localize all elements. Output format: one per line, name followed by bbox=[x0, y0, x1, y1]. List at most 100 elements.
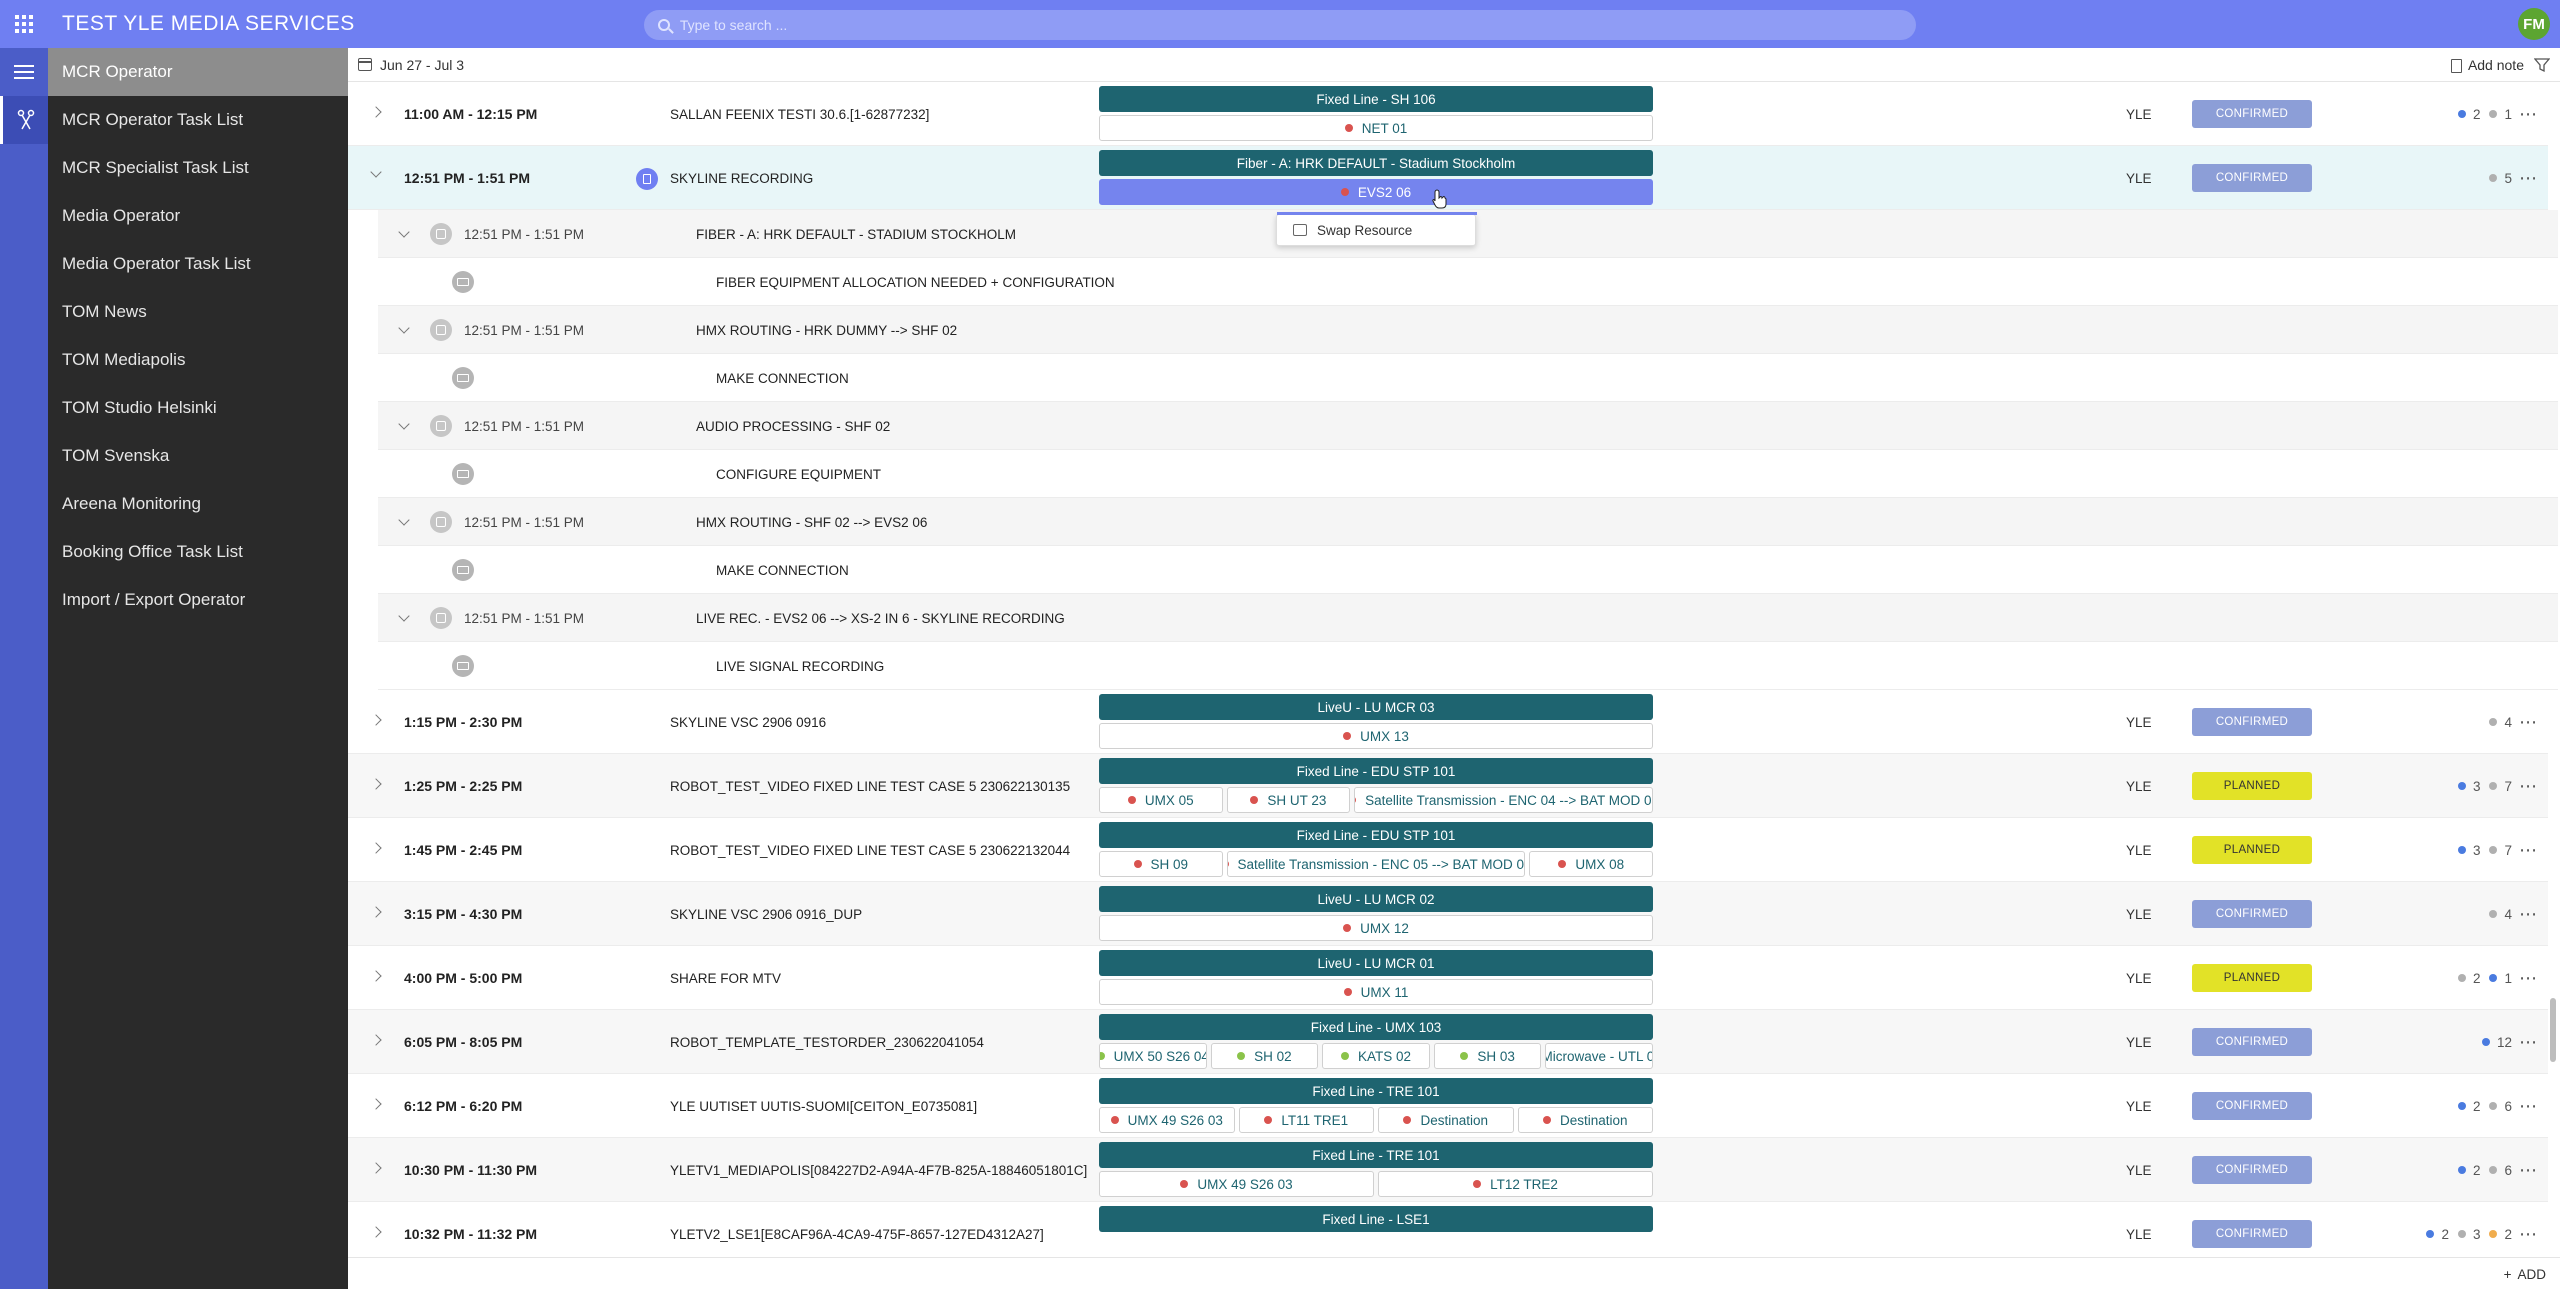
filter-icon[interactable] bbox=[2534, 57, 2550, 73]
sidebar-item[interactable]: MCR Operator bbox=[48, 48, 348, 96]
resource-chip[interactable]: NET 01 bbox=[1099, 115, 1653, 141]
resource-chip[interactable]: LT12 TRE2 bbox=[1378, 1171, 1653, 1197]
status-badge[interactable]: CONFIRMED bbox=[2192, 900, 2312, 928]
resource-chip[interactable]: Destination bbox=[1517, 1107, 1653, 1133]
chevron-right-icon[interactable] bbox=[370, 1162, 382, 1174]
resource-header[interactable]: LiveU - LU MCR 02 bbox=[1099, 886, 1653, 912]
table-row[interactable]: 10:30 PM - 11:30 PM YLETV1_MEDIAPOLIS[084… bbox=[348, 1138, 2548, 1202]
resource-chip[interactable]: UMX 13 bbox=[1099, 723, 1653, 749]
chevron-down-icon[interactable] bbox=[370, 166, 382, 178]
chevron-right-icon[interactable] bbox=[370, 906, 382, 918]
table-row[interactable]: 1:45 PM - 2:45 PM ROBOT_TEST_VIDEO FIXED … bbox=[348, 818, 2548, 882]
requirement-row[interactable]: LIVE SIGNAL RECORDING bbox=[378, 642, 2558, 690]
resource-chip[interactable]: UMX 05 bbox=[1099, 787, 1223, 813]
resource-chip[interactable]: UMX 12 bbox=[1099, 915, 1653, 941]
calendar-icon[interactable] bbox=[358, 58, 372, 71]
table-row[interactable]: 3:15 PM - 4:30 PM SKYLINE VSC 2906 0916_D… bbox=[348, 882, 2548, 946]
sidebar-item[interactable]: Import / Export Operator bbox=[48, 576, 348, 624]
resource-header[interactable]: Fixed Line - UMX 103 bbox=[1099, 1014, 1653, 1040]
sidebar-item[interactable]: TOM News bbox=[48, 288, 348, 336]
chevron-down-icon[interactable] bbox=[398, 322, 410, 334]
sidebar-item[interactable]: MCR Operator Task List bbox=[48, 96, 348, 144]
subtask-row[interactable]: 12:51 PM - 1:51 PM AUDIO PROCESSING - SHF… bbox=[378, 402, 2558, 450]
avatar[interactable]: FM bbox=[2518, 8, 2550, 40]
operator-views-icon[interactable] bbox=[0, 96, 48, 144]
resource-header[interactable]: LiveU - LU MCR 03 bbox=[1099, 694, 1653, 720]
status-badge[interactable]: PLANNED bbox=[2192, 964, 2312, 992]
app-launcher-icon[interactable] bbox=[0, 0, 48, 48]
status-badge[interactable]: CONFIRMED bbox=[2192, 100, 2312, 128]
table-row[interactable]: 4:00 PM - 5:00 PM SHARE FOR MTV LiveU - LU… bbox=[348, 946, 2548, 1010]
add-note-button[interactable]: Add note bbox=[2450, 57, 2524, 74]
more-options-icon[interactable]: ⋯ bbox=[2519, 1010, 2538, 1074]
add-button[interactable]: + ADD bbox=[2504, 1258, 2546, 1290]
table-row[interactable]: 1:25 PM - 2:25 PM ROBOT_TEST_VIDEO FIXED … bbox=[348, 754, 2548, 818]
resource-chip[interactable]: Microwave - UTL 01-1 bbox=[1545, 1043, 1653, 1069]
status-badge[interactable]: CONFIRMED bbox=[2192, 164, 2312, 192]
resource-header[interactable]: Fixed Line - TRE 101 bbox=[1099, 1078, 1653, 1104]
more-options-icon[interactable]: ⋯ bbox=[2519, 754, 2538, 818]
resource-chip[interactable]: SH 09 bbox=[1099, 851, 1223, 877]
chevron-right-icon[interactable] bbox=[370, 714, 382, 726]
resource-chip[interactable]: UMX 08 bbox=[1529, 851, 1653, 877]
date-range[interactable]: Jun 27 - Jul 3 bbox=[380, 57, 464, 73]
sidebar-item[interactable]: MCR Specialist Task List bbox=[48, 144, 348, 192]
hamburger-menu-icon[interactable] bbox=[0, 48, 48, 96]
subtask-row[interactable]: 12:51 PM - 1:51 PM LIVE REC. - EVS2 06 --… bbox=[378, 594, 2558, 642]
resource-header[interactable]: Fiber - A: HRK DEFAULT - Stadium Stockho… bbox=[1099, 150, 1653, 176]
resource-header[interactable]: Fixed Line - EDU STP 101 bbox=[1099, 822, 1653, 848]
search-input[interactable] bbox=[679, 17, 1916, 33]
chevron-down-icon[interactable] bbox=[398, 418, 410, 430]
more-options-icon[interactable]: ⋯ bbox=[2519, 946, 2538, 1010]
chevron-right-icon[interactable] bbox=[370, 106, 382, 118]
resource-chip[interactable]: Destination bbox=[1378, 1107, 1514, 1133]
chevron-down-icon[interactable] bbox=[398, 226, 410, 238]
sidebar-item[interactable]: Media Operator Task List bbox=[48, 240, 348, 288]
requirement-row[interactable]: MAKE CONNECTION bbox=[378, 546, 2558, 594]
subtask-row[interactable]: 12:51 PM - 1:51 PM HMX ROUTING - HRK DUMM… bbox=[378, 306, 2558, 354]
chevron-down-icon[interactable] bbox=[398, 514, 410, 526]
status-badge[interactable]: CONFIRMED bbox=[2192, 1220, 2312, 1248]
scrollbar[interactable] bbox=[2550, 998, 2556, 1062]
sidebar-item[interactable]: TOM Mediapolis bbox=[48, 336, 348, 384]
resource-header[interactable]: Fixed Line - LSE1 bbox=[1099, 1206, 1653, 1232]
more-options-icon[interactable]: ⋯ bbox=[2519, 146, 2538, 210]
table-row[interactable]: 6:05 PM - 8:05 PM ROBOT_TEMPLATE_TESTORDE… bbox=[348, 1010, 2548, 1074]
status-badge[interactable]: CONFIRMED bbox=[2192, 1028, 2312, 1056]
resource-chip[interactable]: Satellite Transmission - ENC 05 --> BAT … bbox=[1226, 851, 1526, 877]
resource-chip[interactable]: UMX 11 bbox=[1099, 979, 1653, 1005]
resource-chip[interactable]: UMX 50 S26 04 bbox=[1099, 1043, 1207, 1069]
requirement-row[interactable]: FIBER EQUIPMENT ALLOCATION NEEDED + CONF… bbox=[378, 258, 2558, 306]
resource-chip[interactable]: SH 03 bbox=[1433, 1043, 1542, 1069]
resource-chip[interactable]: EVS2 06 bbox=[1099, 179, 1653, 205]
resource-chip[interactable]: LT11 TRE1 bbox=[1238, 1107, 1374, 1133]
more-options-icon[interactable]: ⋯ bbox=[2519, 882, 2538, 946]
status-badge[interactable]: CONFIRMED bbox=[2192, 1156, 2312, 1184]
sidebar-item[interactable]: TOM Studio Helsinki bbox=[48, 384, 348, 432]
resource-header[interactable]: LiveU - LU MCR 01 bbox=[1099, 950, 1653, 976]
table-row[interactable]: 11:00 AM - 12:15 PM SALLAN FEENIX TESTI 3… bbox=[348, 82, 2548, 146]
task-list-icon[interactable] bbox=[636, 168, 658, 190]
status-badge[interactable]: PLANNED bbox=[2192, 836, 2312, 864]
more-options-icon[interactable]: ⋯ bbox=[2519, 818, 2538, 882]
resource-header[interactable]: Fixed Line - SH 106 bbox=[1099, 86, 1653, 112]
more-options-icon[interactable]: ⋯ bbox=[2519, 82, 2538, 146]
chevron-right-icon[interactable] bbox=[370, 778, 382, 790]
chevron-right-icon[interactable] bbox=[370, 970, 382, 982]
sidebar-item[interactable]: Media Operator bbox=[48, 192, 348, 240]
subtask-row[interactable]: 12:51 PM - 1:51 PM HMX ROUTING - SHF 02 -… bbox=[378, 498, 2558, 546]
resource-chip[interactable]: SH UT 23 bbox=[1226, 787, 1351, 813]
search-box[interactable] bbox=[644, 10, 1916, 40]
chevron-down-icon[interactable] bbox=[398, 610, 410, 622]
chevron-right-icon[interactable] bbox=[370, 1034, 382, 1046]
resource-chip[interactable]: SH 02 bbox=[1210, 1043, 1319, 1069]
resource-header[interactable]: Fixed Line - TRE 101 bbox=[1099, 1142, 1653, 1168]
requirement-row[interactable]: MAKE CONNECTION bbox=[378, 354, 2558, 402]
resource-chip[interactable]: KATS 02 bbox=[1322, 1043, 1430, 1069]
status-badge[interactable]: CONFIRMED bbox=[2192, 1092, 2312, 1120]
sidebar-item[interactable]: Booking Office Task List bbox=[48, 528, 348, 576]
resource-header[interactable]: Fixed Line - EDU STP 101 bbox=[1099, 758, 1653, 784]
resource-chip[interactable]: Satellite Transmission - ENC 04 --> BAT … bbox=[1354, 787, 1653, 813]
more-options-icon[interactable]: ⋯ bbox=[2519, 1138, 2538, 1202]
sidebar-item[interactable]: Areena Monitoring bbox=[48, 480, 348, 528]
